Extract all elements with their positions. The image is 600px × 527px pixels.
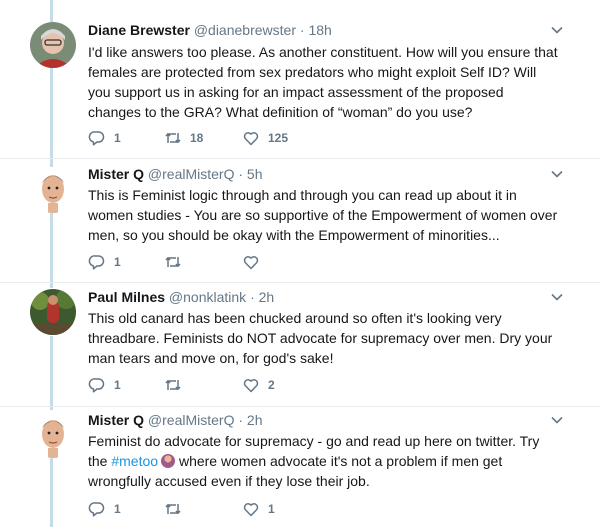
reply-count: 1 [114,131,121,145]
user-handle[interactable]: @nonklatink [169,289,246,305]
reply-button[interactable]: 1 [88,253,121,271]
reply-button[interactable]: 1 [88,376,121,394]
reply-count: 1 [114,502,121,516]
reply-icon [88,502,105,517]
like-button[interactable]: 2 [242,376,275,394]
tweet-actions: 1 1 [88,500,348,518]
display-name[interactable]: Diane Brewster [88,22,190,38]
timestamp[interactable]: 2h [247,412,263,428]
retweet-button[interactable] [164,253,182,271]
chevron-down-icon[interactable] [550,290,564,304]
user-handle[interactable]: @realMisterQ [148,166,235,182]
display-name[interactable]: Mister Q [88,166,144,182]
avatar[interactable] [30,412,76,458]
like-button[interactable]: 1 [242,500,275,518]
tweet[interactable]: Diane Brewster @dianebrewster · 18h I'd … [0,0,600,158]
separator-dot: · [238,412,244,428]
retweet-icon [165,380,181,390]
separator-dot: · [299,22,305,38]
reply-count: 1 [114,378,121,392]
tweet[interactable]: Mister Q @realMisterQ · 5h This is Femin… [0,159,600,282]
user-handle[interactable]: @dianebrewster [194,22,296,38]
tweet[interactable]: Mister Q @realMisterQ · 2h Feminist do a… [0,407,600,527]
heart-icon [243,256,259,270]
retweet-icon [165,257,181,267]
timestamp[interactable]: 5h [247,166,263,182]
tweet-actions: 1 2 [88,376,348,394]
retweet-button[interactable] [164,500,182,518]
like-count: 2 [268,378,275,392]
tweet-text: I'd like answers too please. As another … [88,44,558,120]
tweet-actions: 1 18 125 [88,129,348,147]
hashtag-emoji-icon [161,454,176,468]
separator-dot: · [250,289,255,305]
display-name[interactable]: Mister Q [88,412,144,428]
reply-icon [88,255,105,270]
tweet-header: Mister Q @realMisterQ · 5h [88,165,263,183]
reply-icon [88,131,105,146]
retweet-count: 18 [190,131,204,145]
tweet-text: Feminist do advocate for supremacy - go … [88,431,558,491]
tweet-actions: 1 [88,253,348,271]
retweet-button[interactable] [164,376,182,394]
tweet-header: Mister Q @realMisterQ · 2h [88,411,263,429]
heart-icon [243,379,259,393]
avatar[interactable] [30,22,76,68]
retweet-icon [165,133,181,143]
separator-dot: · [238,166,244,182]
tweet-header: Paul Milnes @nonklatink · 2h [88,288,274,306]
chevron-down-icon[interactable] [550,167,564,181]
timestamp[interactable]: 18h [308,22,331,38]
tweet-header: Diane Brewster @dianebrewster · 18h [88,21,332,39]
heart-icon [243,503,259,517]
reply-icon [88,378,105,393]
retweet-button[interactable]: 18 [164,129,203,147]
chevron-down-icon[interactable] [550,413,564,427]
retweet-icon [165,504,181,514]
avatar[interactable] [30,289,76,335]
tweet[interactable]: Paul Milnes @nonklatink · 2h This old ca… [0,283,600,406]
chevron-down-icon[interactable] [550,23,564,37]
heart-icon [243,132,259,146]
like-count: 125 [268,131,289,145]
like-button[interactable]: 125 [242,129,288,147]
avatar[interactable] [30,167,76,213]
reply-button[interactable]: 1 [88,500,121,518]
user-handle[interactable]: @realMisterQ [148,412,235,428]
like-button[interactable] [242,253,260,271]
like-count: 1 [268,502,275,516]
display-name[interactable]: Paul Milnes [88,289,165,305]
reply-count: 1 [114,255,121,269]
timestamp[interactable]: 2h [259,289,275,305]
hashtag-link[interactable]: #metoo [111,453,158,469]
tweet-text: This is Feminist logic through and throu… [88,187,558,243]
tweet-text: This old canard has been chucked around … [88,310,553,366]
reply-button[interactable]: 1 [88,129,121,147]
